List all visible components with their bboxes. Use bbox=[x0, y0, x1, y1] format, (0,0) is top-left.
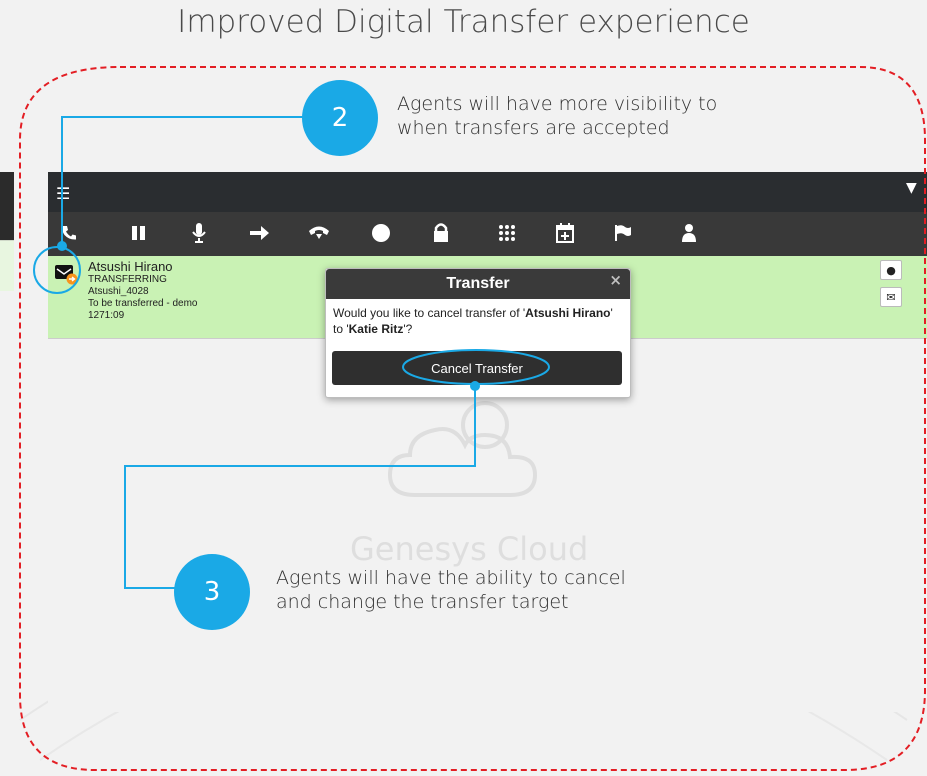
connector-dot bbox=[57, 241, 67, 251]
callout-text-line: and change the transfer target bbox=[276, 591, 569, 613]
callout-text-line: when transfers are accepted bbox=[397, 117, 670, 139]
callout-2-badge: 2 bbox=[302, 80, 378, 156]
callout-text-line: Agents will have more visibility to bbox=[397, 93, 718, 115]
callout-3-badge: 3 bbox=[174, 554, 250, 630]
callout-2-connector bbox=[61, 116, 310, 248]
callout-text-line: Agents will have the ability to cancel bbox=[276, 567, 626, 589]
callout-3-connector bbox=[124, 385, 476, 589]
callout-2-text: Agents will have more visibility to when… bbox=[397, 92, 717, 140]
connector-dot bbox=[470, 381, 480, 391]
interaction-icon-highlight bbox=[33, 246, 81, 294]
callout-3-text: Agents will have the ability to cancel a… bbox=[276, 566, 626, 614]
dashed-highlight-border bbox=[19, 66, 926, 771]
cancel-button-highlight bbox=[402, 349, 550, 385]
